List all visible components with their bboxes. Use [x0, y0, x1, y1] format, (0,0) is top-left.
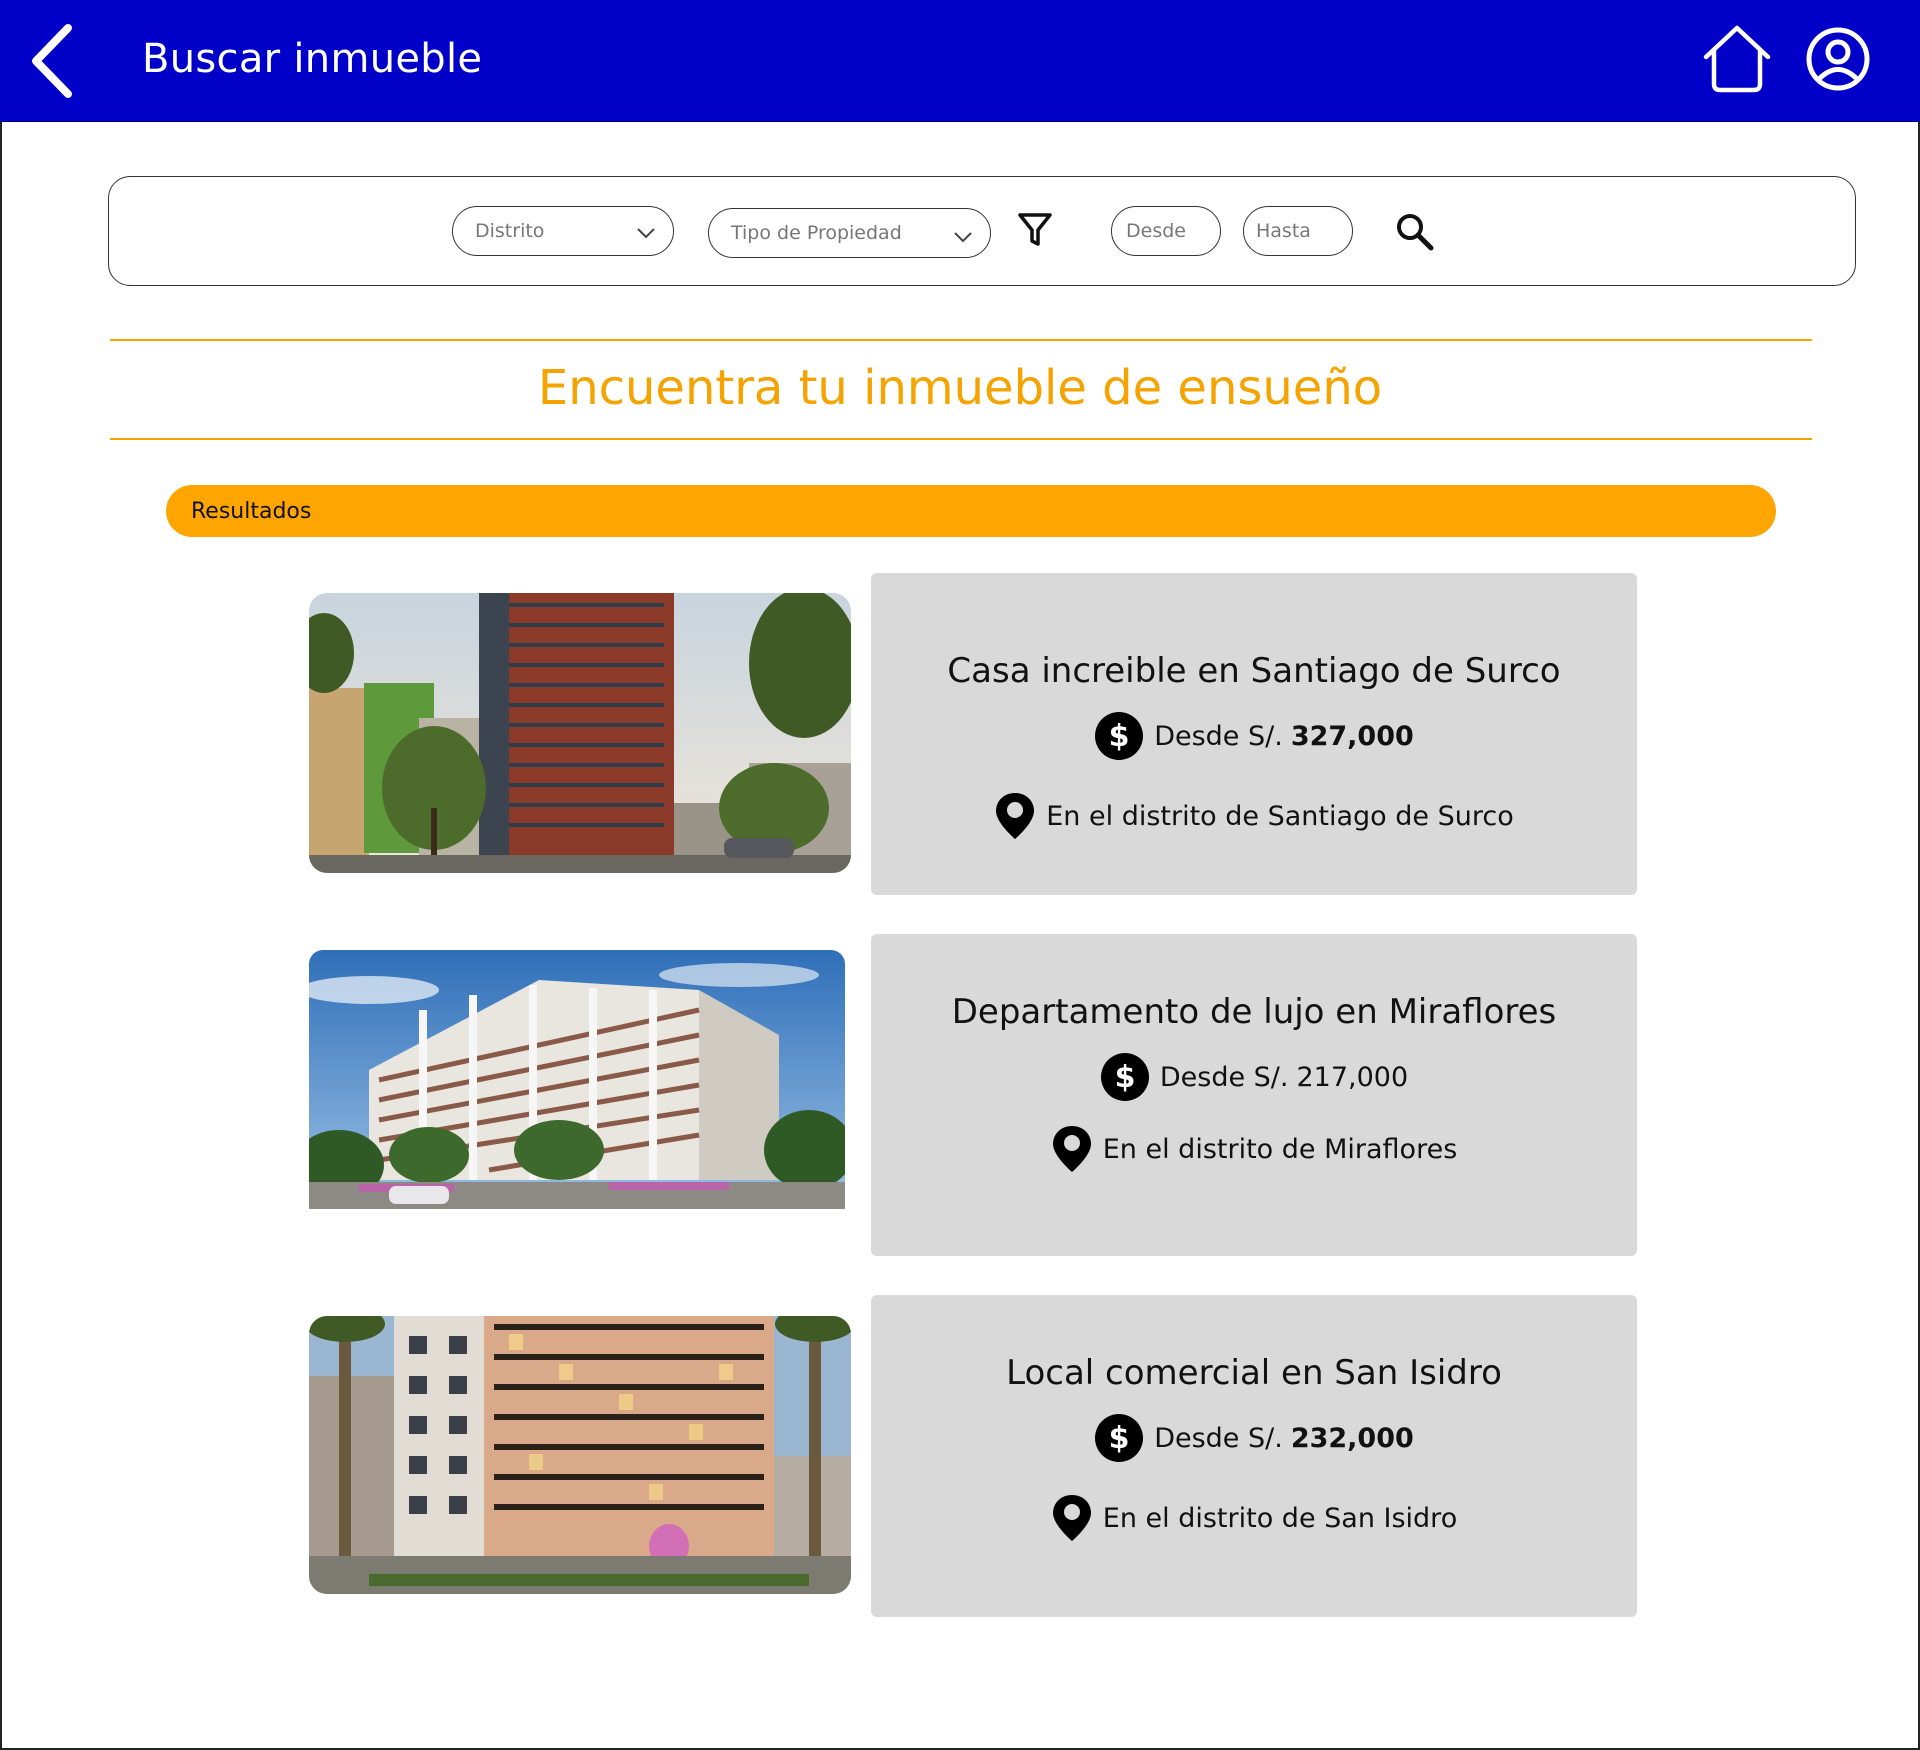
listing-card[interactable]: Departamento de lujo en Miraflores $ Des… — [871, 934, 1637, 1256]
chevron-down-icon — [954, 232, 972, 243]
location-pin-icon — [1052, 1126, 1091, 1172]
divider — [110, 339, 1812, 341]
listing-price-prefix: Desde S/. — [1154, 1422, 1283, 1454]
user-circle-icon — [1806, 27, 1870, 91]
search-icon — [1397, 214, 1434, 251]
listing-price-row: $ Desde S/. 327,000 — [871, 711, 1637, 761]
back-button[interactable] — [28, 24, 78, 98]
listing-price: 327,000 — [1290, 720, 1414, 752]
listing-title: Departamento de lujo en Miraflores — [951, 992, 1557, 1032]
divider — [110, 438, 1812, 440]
listing-card[interactable]: Local comercial en San Isidro $ Desde S/… — [871, 1295, 1637, 1617]
dollar-coin-icon: $ — [1095, 1414, 1144, 1462]
price-to-input[interactable]: Hasta — [1243, 206, 1353, 256]
listing-location: En el distrito de Miraflores — [1102, 1133, 1458, 1165]
filter-icon — [1018, 213, 1052, 246]
main-heading: Encuentra tu inmueble de ensueño — [537, 360, 1383, 416]
price-from-placeholder: Desde — [1126, 220, 1186, 242]
listing-price-row: $ Desde S/. 217,000 — [871, 1052, 1637, 1102]
dollar-coin-icon: $ — [1100, 1053, 1149, 1101]
listing-photo[interactable] — [309, 1316, 851, 1594]
listing-location: En el distrito de Santiago de Surco — [1046, 800, 1514, 832]
chevron-left-icon — [32, 24, 72, 98]
listing-card[interactable]: Casa increible en Santiago de Surco $ De… — [871, 573, 1637, 895]
listing-location-row: En el distrito de San Isidro — [871, 1493, 1637, 1543]
svg-text:$: $ — [1114, 1060, 1135, 1095]
location-pin-icon — [1052, 1495, 1091, 1541]
listing-price-row: $ Desde S/. 232,000 — [871, 1413, 1637, 1463]
filter-button[interactable] — [1017, 211, 1053, 249]
listing-title: Casa increible en Santiago de Surco — [947, 651, 1561, 691]
svg-text:$: $ — [1109, 719, 1130, 754]
district-select-label: Distrito — [475, 220, 545, 242]
listing-price: 217,000 — [1296, 1061, 1409, 1093]
results-bar: Resultados — [166, 485, 1776, 537]
property-type-select[interactable]: Tipo de Propiedad — [708, 208, 991, 258]
listing-location-row: En el distrito de Miraflores — [871, 1124, 1637, 1174]
price-to-placeholder: Hasta — [1256, 220, 1311, 242]
listing-location-row: En el distrito de Santiago de Surco — [871, 791, 1637, 841]
property-type-select-label: Tipo de Propiedad — [731, 222, 902, 244]
listing-price: 232,000 — [1290, 1422, 1414, 1454]
home-button[interactable] — [1700, 24, 1774, 94]
chevron-down-icon — [637, 228, 655, 239]
listing-price-prefix: Desde S/. — [1154, 720, 1283, 752]
svg-text:$: $ — [1109, 1421, 1130, 1456]
results-label: Resultados — [191, 498, 312, 524]
dollar-coin-icon: $ — [1095, 712, 1144, 760]
listing-title: Local comercial en San Isidro — [1006, 1353, 1502, 1393]
profile-button[interactable] — [1805, 26, 1871, 92]
listing-photo[interactable] — [309, 593, 851, 873]
listing-photo[interactable] — [309, 950, 845, 1209]
page-title: Buscar inmueble — [142, 36, 483, 82]
price-from-input[interactable]: Desde — [1111, 206, 1221, 256]
home-icon — [1703, 25, 1771, 93]
listing-location: En el distrito de San Isidro — [1102, 1502, 1458, 1534]
listing-price-prefix: Desde S/. — [1159, 1061, 1289, 1093]
location-pin-icon — [996, 793, 1035, 839]
app-header: Buscar inmueble — [0, 0, 1920, 122]
search-button[interactable] — [1395, 212, 1435, 252]
district-select[interactable]: Distrito — [452, 206, 674, 256]
